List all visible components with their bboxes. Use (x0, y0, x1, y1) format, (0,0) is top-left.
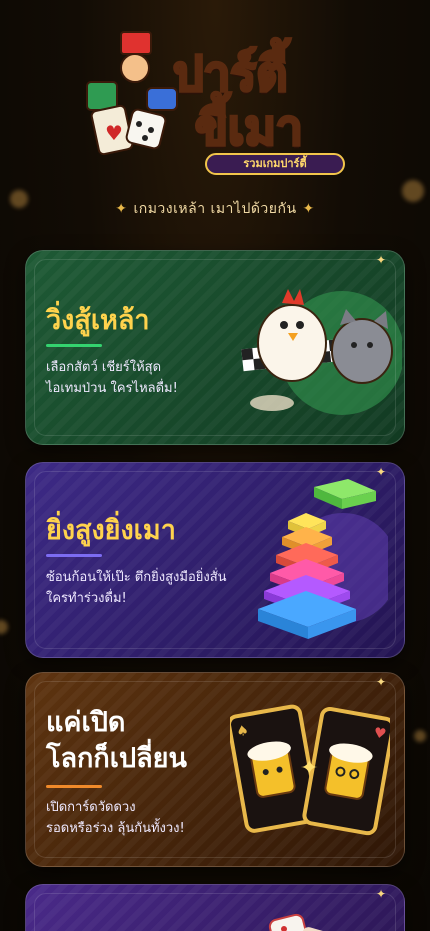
svg-text:♥: ♥ (105, 121, 123, 145)
card-title: ยิ่งสูงยิ่งเมา (46, 515, 176, 546)
card-description: เลือกสัตว์ เชียร์ให้สุด ไอเทมป่วน ใครไหล… (46, 357, 178, 399)
game-card-race[interactable]: ✦ วิ่งสู้เหล้า เลือกสัตว์ เชียร์ให้สุด ไ… (25, 250, 405, 445)
block-tower-illustration (258, 479, 388, 639)
desc-line: ใครทำร่วงดื่ม! (46, 591, 127, 606)
svg-text:✦: ✦ (300, 756, 318, 781)
title-underline (46, 554, 102, 557)
beer-cards-illustration: ♠ ♥ ✦ (230, 704, 390, 836)
game-card-dice[interactable]: ✦ (25, 884, 405, 931)
bokeh-light (0, 620, 8, 634)
tagline: ✦ เกมวงเหล้า เมาไปด้วยกัน ✦ (0, 198, 430, 220)
bokeh-light (414, 730, 426, 742)
game-card-flip[interactable]: ✦ แค่เปิด โลกก็เปลี่ยน เปิดการ์ดวัดดวง ร… (25, 672, 405, 867)
card-title: วิ่งสู้เหล้า (46, 305, 150, 336)
sparkle-icon: ✦ (375, 675, 386, 689)
dice-illustration (268, 913, 330, 931)
desc-line: ไอเทมป่วน ใครไหลดื่ม! (46, 381, 178, 396)
card-title-line1: แค่เปิด (46, 707, 126, 738)
tagline-text: เกมวงเหล้า เมาไปด้วยกัน (133, 201, 297, 217)
hand-card-icon: ♥ (86, 31, 178, 156)
sparkle-icon: ✦ (302, 201, 315, 217)
card-description: เปิดการ์ดวัดดวง รอดหรือร่วง ลุ้นกันทั้งว… (46, 797, 185, 839)
app-logo: ♥ ปาร์ตี้ ขี้เมา รวมเกมปาร์ตี้ (85, 28, 350, 178)
sparkle-icon: ✦ (375, 887, 386, 901)
title-underline (46, 785, 102, 788)
logo-badge: รวมเกมปาร์ตี้ (205, 153, 345, 175)
desc-line: เลือกสัตว์ เชียร์ให้สุด (46, 360, 162, 375)
title-underline (46, 344, 102, 347)
sparkle-icon: ✦ (115, 201, 128, 217)
chicken-cat-race-illustration (241, 289, 402, 415)
desc-line: เปิดการ์ดวัดดวง (46, 800, 136, 815)
sparkle-icon: ✦ (375, 253, 386, 267)
desc-line: ซ้อนก้อนให้เป๊ะ ตึกยิ่งสูงมือยิ่งสั่น (46, 570, 227, 585)
desc-line: รอดหรือร่วง ลุ้นกันทั้งวง! (46, 821, 185, 836)
card-description: ซ้อนก้อนให้เป๊ะ ตึกยิ่งสูงมือยิ่งสั่น ใค… (46, 567, 227, 609)
card-title: แค่เปิด โลกก็เปลี่ยน (46, 705, 187, 777)
card-title-line2: โลกก็เปลี่ยน (46, 743, 187, 774)
game-card-tower[interactable]: ✦ ยิ่งสูงยิ่งเมา ซ้อนก้อนให้เป๊ะ ตึกยิ่ง… (25, 462, 405, 658)
card-pattern (26, 885, 404, 931)
